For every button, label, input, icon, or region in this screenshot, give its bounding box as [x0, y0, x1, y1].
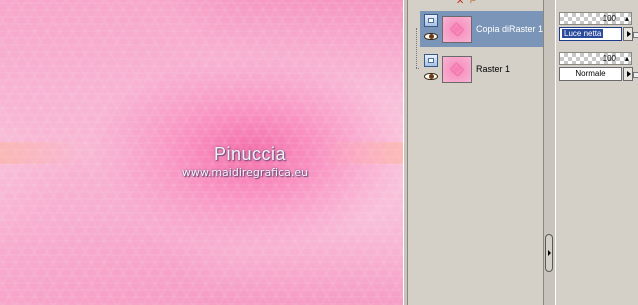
watermark-title: Pinuccia — [213, 144, 287, 164]
delete-icon[interactable]: ✕ — [456, 0, 464, 7]
layer-properties-panel: 100 ▴ Luce netta 100 ▴ Normale — [555, 0, 638, 305]
blend-dropdown-button[interactable] — [623, 67, 633, 81]
opacity-slider[interactable]: 100 ▴ — [559, 52, 632, 65]
raster-layer-icon[interactable] — [424, 14, 438, 27]
lock-toggle[interactable] — [633, 32, 638, 38]
link-icon[interactable]: ⌐ — [470, 0, 476, 7]
layer-name[interactable]: Copia diRaster 1 — [476, 24, 543, 34]
slider-arrow-icon[interactable]: ▴ — [625, 13, 629, 25]
layer-props-raster-1: 100 ▴ Normale — [559, 52, 638, 85]
layer-thumbnail[interactable] — [442, 16, 472, 43]
blend-mode-select[interactable]: Normale — [559, 67, 622, 81]
layers-toolbar: ✕ ⌐ — [408, 0, 543, 8]
panel-expand-icon[interactable] — [545, 234, 553, 272]
blend-mode-value: Luce netta — [562, 29, 604, 38]
eye-icon[interactable] — [424, 32, 438, 41]
layers-panel: ✕ ⌐ Copia diRaster 1 Raster 1 — [408, 0, 543, 305]
eye-icon[interactable] — [424, 72, 438, 81]
image-canvas[interactable]: Pinuccia www.maidiregrafica.eu — [0, 0, 403, 305]
layer-name[interactable]: Raster 1 — [476, 64, 543, 74]
opacity-value: 100 — [602, 54, 616, 63]
layer-thumbnail[interactable] — [442, 56, 472, 83]
slider-arrow-icon[interactable]: ▴ — [625, 53, 629, 65]
watermark-url: www.maidiregrafica.eu — [181, 166, 309, 179]
layer-row-raster-1[interactable]: Raster 1 — [420, 51, 543, 87]
blend-mode-select[interactable]: Luce netta — [559, 27, 622, 41]
lock-toggle[interactable] — [633, 72, 638, 78]
layer-row-copia-diraster-1[interactable]: Copia diRaster 1 — [420, 11, 543, 47]
blend-mode-value: Normale — [575, 69, 606, 78]
blend-dropdown-button[interactable] — [623, 27, 633, 41]
tree-connector — [416, 28, 417, 68]
raster-layer-icon[interactable] — [424, 54, 438, 67]
opacity-value: 100 — [602, 14, 616, 23]
layer-props-copia-diraster-1: 100 ▴ Luce netta — [559, 12, 638, 45]
opacity-slider[interactable]: 100 ▴ — [559, 12, 632, 25]
